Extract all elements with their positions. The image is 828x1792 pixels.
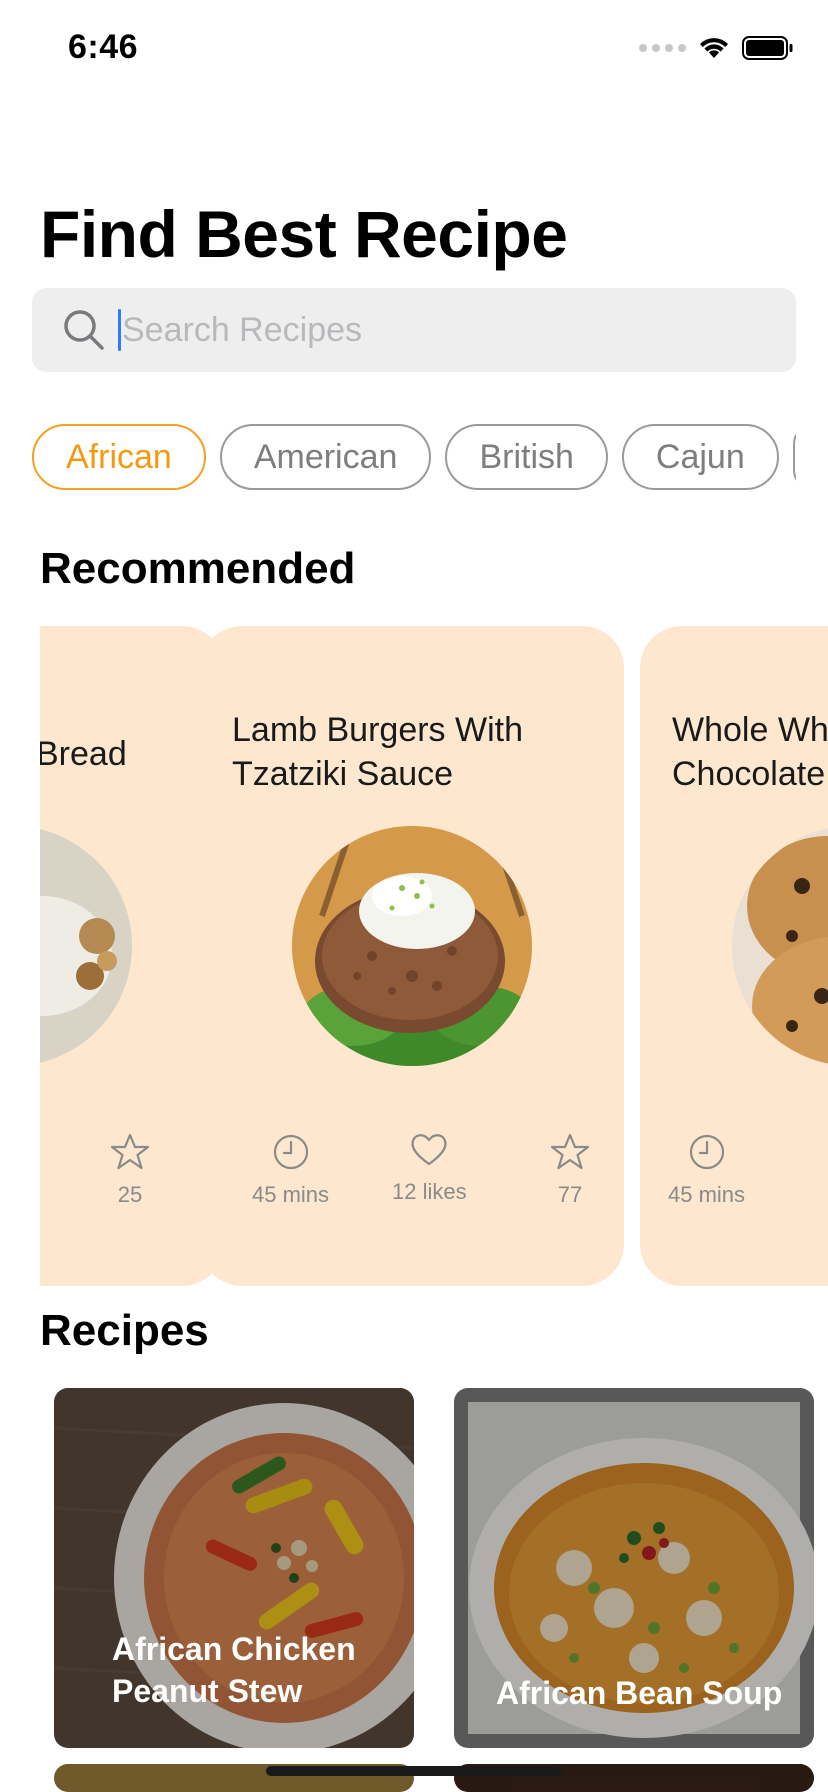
star-icon [550, 1133, 590, 1170]
search-input[interactable] [122, 310, 722, 350]
likes-stat: 12 likes [392, 1129, 467, 1205]
clock-icon [273, 1134, 308, 1170]
search-bar[interactable] [32, 288, 796, 372]
recommended-card[interactable]: Lamb Burgers With Tzatziki Sauce 45 mins… [200, 626, 624, 1286]
home-indicator [266, 1766, 562, 1776]
recommended-card-title: Whole Wh Chocolate [672, 711, 828, 793]
search-icon [62, 308, 106, 352]
page-title: Find Best Recipe [40, 197, 568, 271]
wifi-icon [700, 38, 728, 58]
battery-icon [742, 36, 793, 60]
recommended-card[interactable]: Bread 25 [40, 626, 224, 1286]
rating-stat: 77 [550, 1132, 590, 1208]
recommended-card[interactable]: Whole Wh Chocolate 45 mins [640, 626, 828, 1286]
recipe-image [732, 826, 828, 1066]
recipe-name: African Chicken Peanut Stew [112, 1631, 356, 1709]
time-stat: 45 mins [252, 1132, 329, 1208]
chip-cajun[interactable]: Cajun [621, 424, 779, 490]
time-value: 45 mins [668, 1182, 746, 1207]
rating-value: 25 [117, 1182, 143, 1207]
recipe-card[interactable]: African Chicken Peanut Stew [54, 1388, 414, 1748]
status-time: 6:46 [68, 28, 139, 66]
chip-next-partial[interactable] [792, 424, 796, 490]
recipe-card[interactable]: African Bean Soup [454, 1388, 814, 1748]
recipe-name: African Bean Soup [496, 1675, 783, 1711]
status-icons [639, 36, 794, 60]
cellular-signal-icon [639, 44, 686, 52]
recipe-image [292, 826, 532, 1066]
recommended-card-title: Bread [40, 735, 127, 773]
rating-stat: 25 [110, 1132, 150, 1208]
chip-american[interactable]: American [219, 424, 432, 490]
star-icon [110, 1133, 150, 1170]
time-stat: 45 mins [668, 1132, 745, 1208]
recipe-image [40, 826, 132, 1066]
heart-icon [411, 1134, 447, 1166]
text-cursor [118, 309, 121, 351]
chip-british[interactable]: British [445, 424, 608, 490]
chip-african[interactable]: African [32, 424, 206, 490]
rating-value: 77 [557, 1182, 583, 1207]
likes-value: 12 likes [392, 1179, 467, 1204]
recommended-card-title: Lamb Burgers With Tzatziki Sauce [232, 711, 523, 793]
recipes-heading: Recipes [40, 1306, 209, 1355]
time-value: 45 mins [252, 1182, 330, 1207]
category-chips: African American British Cajun [32, 424, 796, 494]
clock-icon [689, 1134, 724, 1170]
recommended-heading: Recommended [40, 544, 356, 593]
recommended-carousel[interactable]: Bread 25 Lamb Burgers With Tzatziki Sauc… [40, 626, 828, 1286]
